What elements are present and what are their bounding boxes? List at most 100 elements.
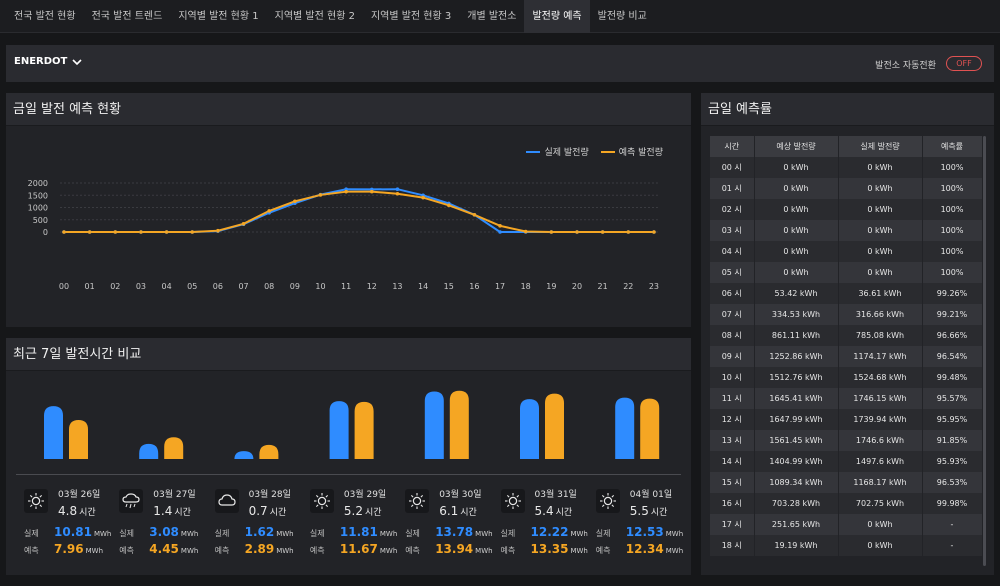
sun-icon xyxy=(24,489,48,513)
table-cell: 96.53% xyxy=(922,472,983,493)
predicted-point xyxy=(241,222,246,226)
table-cell: 0 kWh xyxy=(838,157,923,178)
day-actual-row: 실제 3.08 MWh xyxy=(119,525,198,539)
actual-unit: MWh xyxy=(570,530,588,538)
table-row: 13 시 1561.45 kWh 1746.6 kWh 91.85% xyxy=(710,430,983,451)
day-pred-row: 예측 4.45 MWh xyxy=(119,542,198,556)
x-tick-label: 07 xyxy=(238,282,248,291)
x-tick-label: 11 xyxy=(341,282,351,291)
day-date: 03월 28일 xyxy=(248,490,291,500)
table-cell: 1739.94 kWh xyxy=(838,409,923,430)
table-cell: 1168.17 kWh xyxy=(838,472,923,493)
day-actual-row: 실제 12.53 MWh xyxy=(596,525,683,539)
predicted-bar xyxy=(354,401,374,459)
pred-unit: MWh xyxy=(570,547,588,555)
table-cell: 00 시 xyxy=(710,157,755,178)
table-row: 11 시 1645.41 kWh 1746.15 kWh 95.57% xyxy=(710,388,983,409)
table-cell: - xyxy=(922,514,983,535)
actual-unit: MWh xyxy=(93,530,112,538)
table-cell: 03 시 xyxy=(710,220,755,241)
day-card: 03월 28일 0.7 시간 실제 1.62 MWh 예측 2.89 MWh xyxy=(209,481,304,561)
tab-2[interactable]: 지역별 발전 현황 1 xyxy=(170,0,266,33)
predicted-point xyxy=(395,191,400,196)
day-pred-row: 예측 13.35 MWh xyxy=(501,542,588,556)
table-cell: 96.66% xyxy=(922,325,983,346)
x-tick-label: 16 xyxy=(469,282,479,291)
day-pred-row: 예측 13.94 MWh xyxy=(405,542,492,556)
actual-unit: MWh xyxy=(379,530,398,538)
table-cell: 18 시 xyxy=(710,535,755,556)
top-bar: ENERDOT 발전소 자동전환 OFF xyxy=(6,45,994,82)
day-actual-row: 실제 12.22 MWh xyxy=(501,525,588,539)
table-header-cell: 예상 발전량 xyxy=(754,136,839,157)
rate-table-wrap: 시간 예상 발전량 실제 발전량 예측률 00 시0 kWh 0 kWh 100% 01 시… xyxy=(710,136,983,556)
table-cell: 91.85% xyxy=(922,430,983,451)
table-cell: 96.54% xyxy=(922,346,983,367)
plant-selector[interactable]: ENERDOT xyxy=(14,56,82,67)
predicted-point xyxy=(164,230,169,234)
plant-selector-label: ENERDOT xyxy=(14,56,68,67)
table-scrollbar[interactable] xyxy=(983,136,986,566)
x-tick-label: 10 xyxy=(315,282,325,291)
actual-label: 실제 xyxy=(119,529,135,538)
actual-label: 실제 xyxy=(309,529,325,538)
tab-6[interactable]: 발전량 예측 xyxy=(524,0,590,33)
day-hours: 5.5 시간 xyxy=(630,500,668,519)
tab-7[interactable]: 발전량 비교 xyxy=(590,0,655,33)
day-date: 03월 30일 xyxy=(439,490,482,500)
pred-unit: MWh xyxy=(180,547,199,555)
table-cell: 1252.86 kWh xyxy=(754,346,839,367)
pred-label: 예측 xyxy=(119,546,135,555)
day-hours-value: 0.7 xyxy=(248,504,268,518)
table-cell: 100% xyxy=(922,220,983,241)
table-cell: 1647.99 kWh xyxy=(754,409,839,430)
table-cell: 05 시 xyxy=(710,262,755,283)
table-row: 15 시 1089.34 kWh 1168.17 kWh 96.53% xyxy=(710,472,983,493)
day-hours: 5.2 시간 xyxy=(344,500,382,519)
table-cell: 1174.17 kWh xyxy=(838,346,923,367)
x-tick-label: 21 xyxy=(598,282,608,291)
y-tick-label: 500 xyxy=(33,216,48,225)
predicted-point xyxy=(498,224,502,228)
day-pred-row: 예측 7.96 MWh xyxy=(24,542,103,556)
actual-point xyxy=(395,187,400,192)
actual-bar xyxy=(520,399,539,459)
day-pred-row: 예측 11.67 MWh xyxy=(310,542,397,556)
y-tick-label: 1500 xyxy=(28,191,48,200)
actual-bar xyxy=(234,451,254,459)
rate-table: 시간 예상 발전량 실제 발전량 예측률 00 시0 kWh 0 kWh 100% 01 시… xyxy=(710,136,983,556)
table-cell: 1497.6 kWh xyxy=(838,451,923,472)
table-cell: 10 시 xyxy=(710,367,755,388)
table-cell: 12 시 xyxy=(710,409,755,430)
tab-1[interactable]: 전국 발전 트렌드 xyxy=(84,0,171,33)
x-tick-label: 01 xyxy=(85,282,95,291)
tab-5[interactable]: 개별 발전소 xyxy=(459,0,524,33)
actual-value: 3.08 xyxy=(149,525,179,539)
predicted-point xyxy=(446,203,451,208)
table-cell: 316.66 kWh xyxy=(838,304,923,325)
sun-icon xyxy=(309,489,334,513)
x-tick-label: 18 xyxy=(521,282,531,291)
auto-switch-toggle[interactable]: OFF xyxy=(946,56,982,71)
table-cell: 36.61 kWh xyxy=(838,283,923,304)
actual-bar xyxy=(139,443,159,459)
table-cell: 100% xyxy=(922,178,983,199)
table-header-cell: 시간 xyxy=(710,136,755,157)
table-cell: 703.28 kWh xyxy=(754,493,839,514)
predicted-point xyxy=(216,228,220,233)
table-cell: 1512.76 kWh xyxy=(754,367,839,388)
table-cell: 16 시 xyxy=(710,493,755,514)
x-tick-label: 12 xyxy=(367,282,377,291)
predicted-point xyxy=(472,212,477,217)
table-cell: 1645.41 kWh xyxy=(754,388,839,409)
tab-0[interactable]: 전국 발전 현황 xyxy=(6,0,84,33)
pred-label: 예측 xyxy=(405,546,420,555)
table-row: 06 시 53.42 kWh 36.61 kWh 99.26% xyxy=(710,283,983,304)
table-cell: 100% xyxy=(922,157,983,178)
x-tick-label: 06 xyxy=(213,282,223,291)
pred-value: 11.67 xyxy=(339,542,378,556)
x-tick-label: 03 xyxy=(136,282,146,291)
day-hours-unit: 시간 xyxy=(364,508,382,518)
tab-4[interactable]: 지역별 발전 현황 3 xyxy=(363,0,459,33)
tab-3[interactable]: 지역별 발전 현황 2 xyxy=(267,0,363,33)
